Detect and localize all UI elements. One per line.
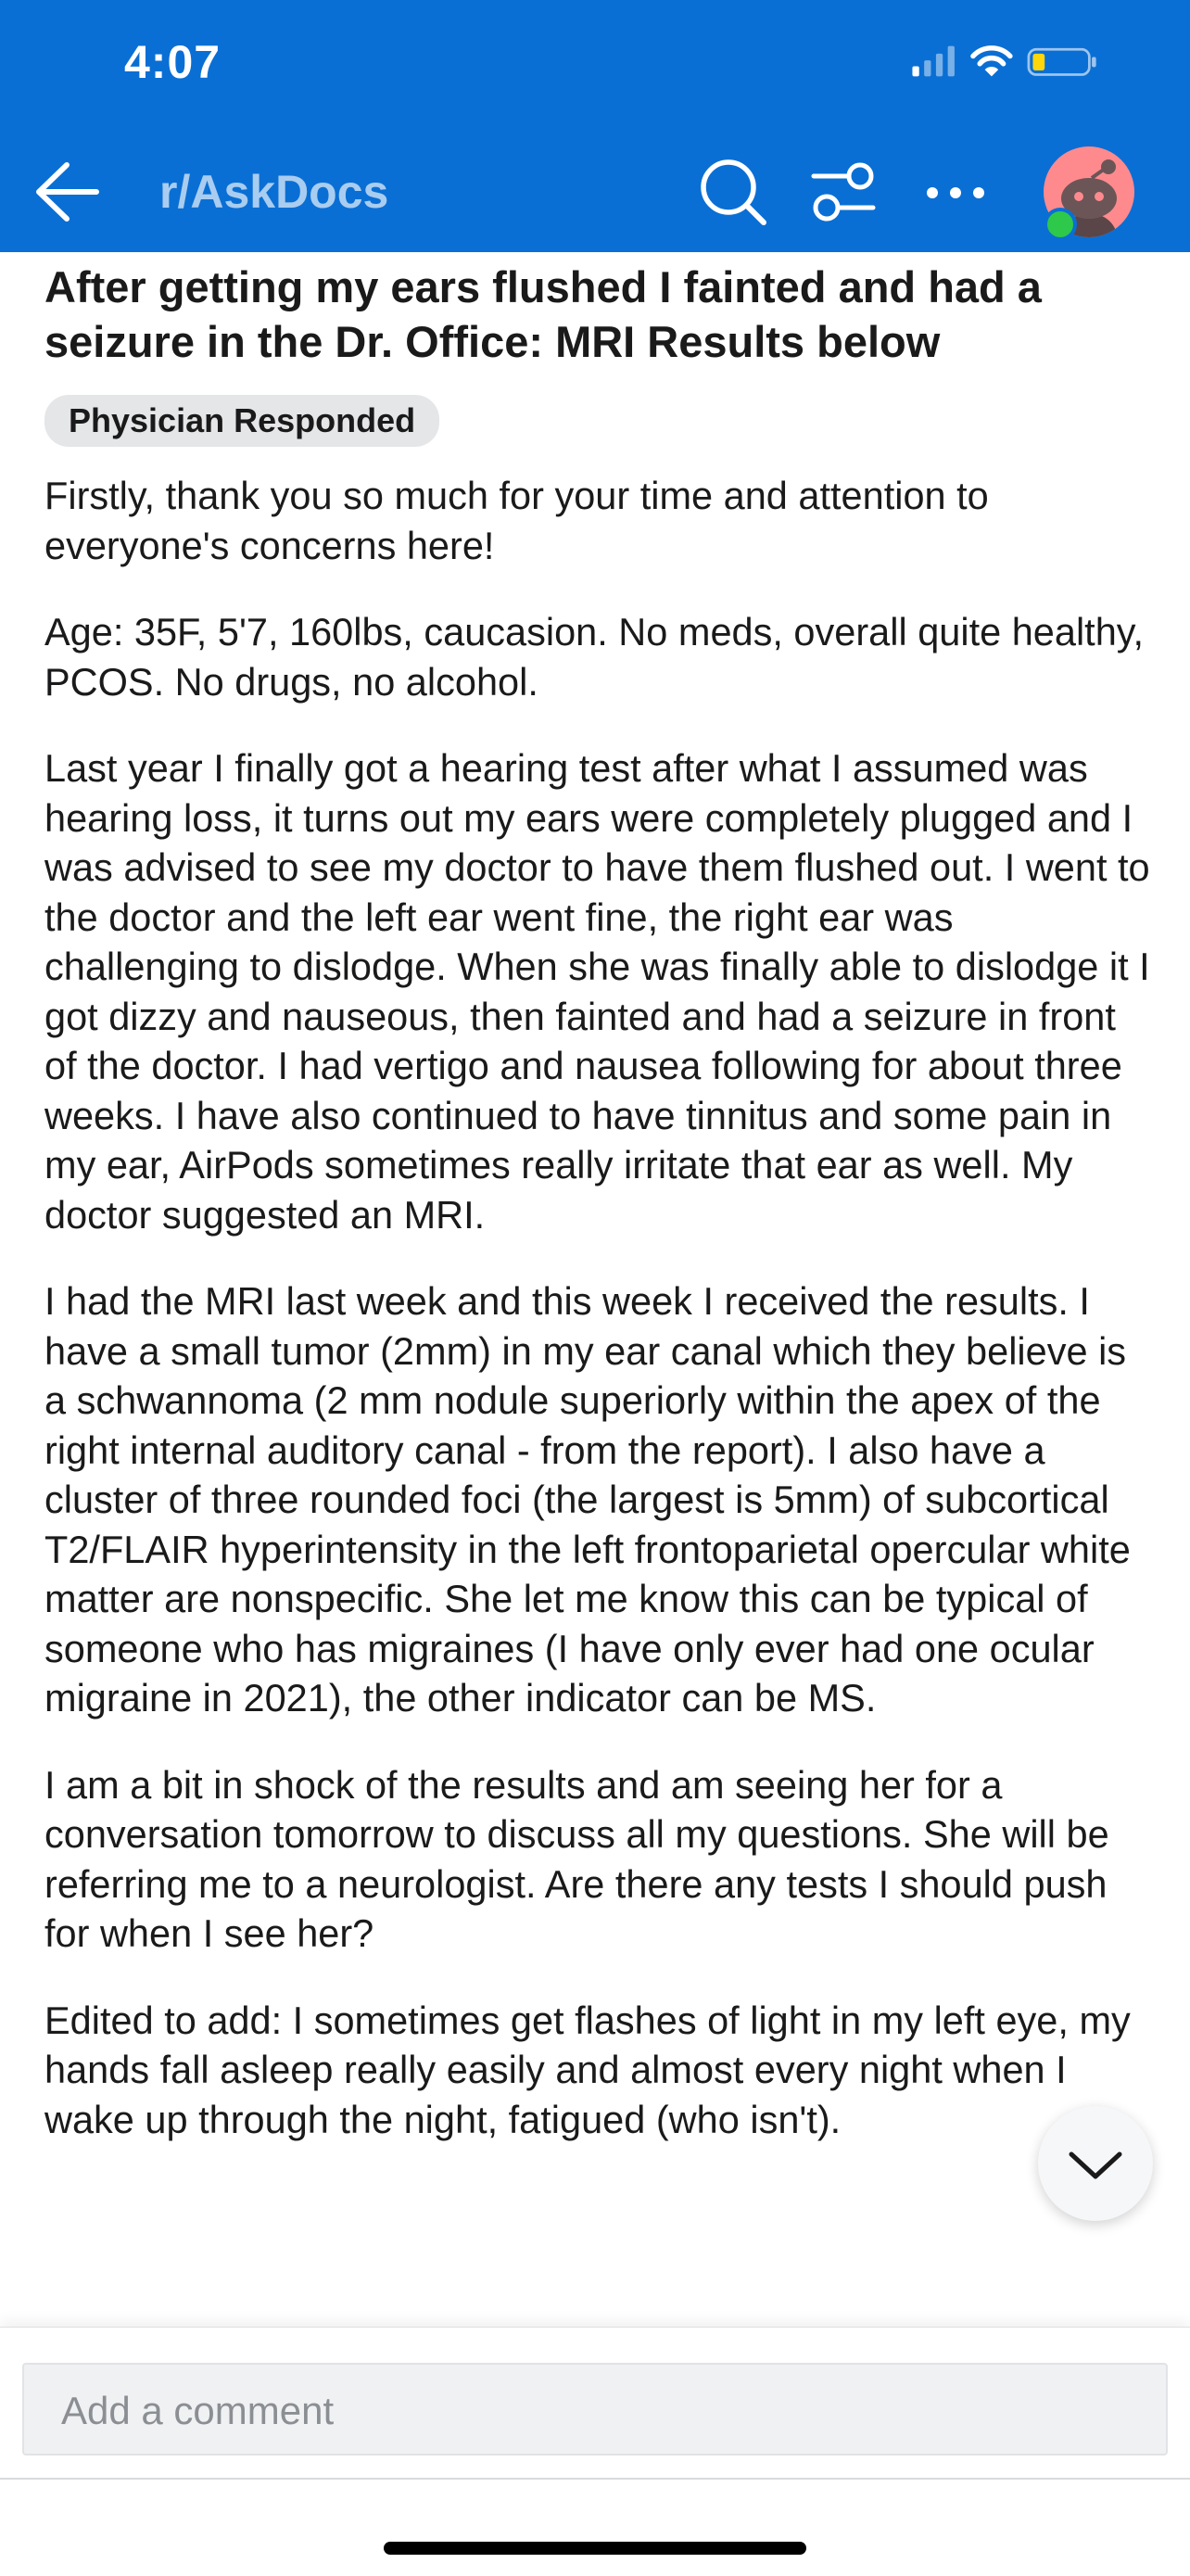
comment-bar: Add a comment — [0, 2327, 1190, 2576]
post-paragraph: Firstly, thank you so much for your time… — [44, 474, 989, 567]
post-paragraph: Age: 35F, 5'7, 160lbs, caucasion. No med… — [44, 610, 1144, 704]
filter-icon[interactable] — [808, 159, 879, 226]
post-title: After getting my ears flushed I fainted … — [44, 262, 1042, 366]
wifi-icon — [970, 45, 1013, 77]
chevron-down-icon — [1069, 2151, 1122, 2179]
divider — [0, 2478, 1190, 2480]
more-icon[interactable] — [923, 165, 988, 221]
status-time: 4:07 — [124, 36, 222, 88]
post-paragraph: Last year I finally got a hearing test a… — [44, 746, 1150, 1237]
subreddit-title[interactable]: r/AskDocs — [159, 165, 388, 219]
scroll-down-button[interactable] — [1038, 2106, 1153, 2221]
status-icons — [912, 45, 1096, 77]
post-paragraph: Edited to add: I sometimes get flashes o… — [44, 1998, 1131, 2141]
online-status-dot — [1044, 208, 1077, 241]
app-header: 4:07 r/AskDocs — [0, 0, 1190, 252]
post-paragraph: I am a bit in shock of the results and a… — [44, 1762, 1109, 1956]
post-paragraph: I had the MRI last week and this week I … — [44, 1279, 1131, 1719]
flair-badge[interactable]: Physician Responded — [44, 395, 440, 447]
battery-icon — [1027, 47, 1096, 76]
home-indicator[interactable] — [384, 2542, 806, 2555]
post-body: After getting my ears flushed I fainted … — [44, 260, 1157, 2181]
search-icon[interactable] — [697, 156, 771, 230]
back-arrow-icon[interactable] — [32, 158, 100, 226]
signal-icon — [912, 45, 955, 77]
comment-input[interactable]: Add a comment — [22, 2363, 1168, 2455]
